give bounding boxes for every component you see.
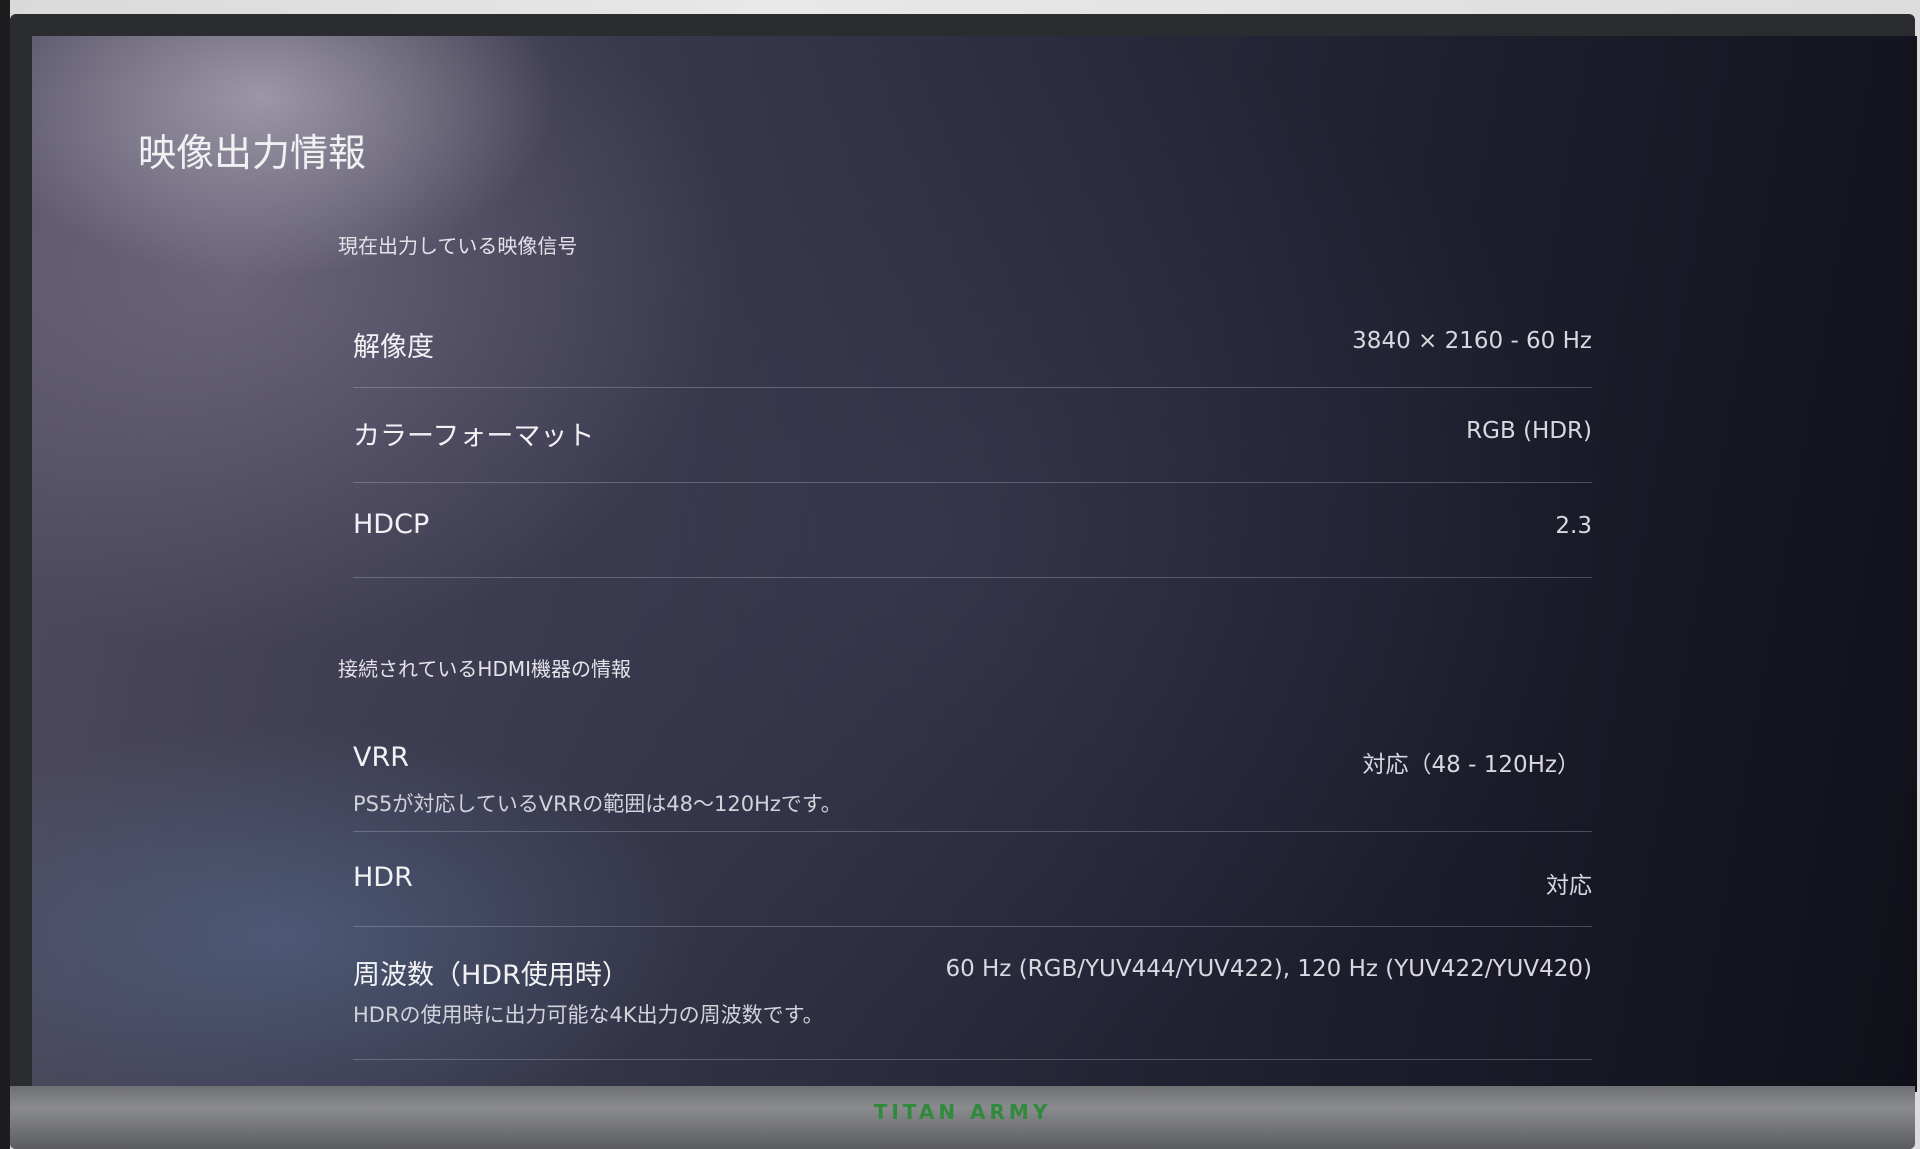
monitor-brand-logo: TITAN ARMY [873,1100,1052,1124]
row-label: 周波数（HDR使用時） [353,960,629,991]
row-frequency-hdr[interactable]: 周波数（HDR使用時） 60 Hz (RGB/YUV444/YUV422), 1… [353,927,1592,1060]
row-label: カラーフォーマット [353,421,595,452]
row-value: 2.3 [1555,513,1592,539]
row-description: HDRの使用時に出力可能な4K出力の周波数です。 [353,1003,824,1027]
row-value: RGB (HDR) [1466,418,1592,444]
row-value: 対応（48 - 120Hz） [1362,752,1580,778]
monitor-frame: 映像出力情報 現在出力している映像信号 解像度 3840 × 2160 - 60… [10,14,1917,1149]
adjacent-monitor-edge [0,0,10,1149]
ps5-screen: 映像出力情報 現在出力している映像信号 解像度 3840 × 2160 - 60… [32,36,1917,1092]
monitor-bottom-bezel: TITAN ARMY [10,1086,1915,1149]
row-label: HDR [353,862,413,893]
row-label: VRR [353,742,409,773]
row-value: 対応 [1546,873,1592,899]
section-heading-current-signal: 現在出力している映像信号 [338,234,578,258]
row-resolution[interactable]: 解像度 3840 × 2160 - 60 Hz [353,309,1592,388]
row-description: PS5が対応しているVRRの範囲は48～120Hzです。 [353,792,842,816]
row-color-format[interactable]: カラーフォーマット RGB (HDR) [353,388,1592,483]
row-vrr[interactable]: VRR 対応（48 - 120Hz） PS5が対応しているVRRの範囲は48～1… [353,716,1592,832]
row-hdr[interactable]: HDR 対応 [353,832,1592,927]
row-value: 3840 × 2160 - 60 Hz [1352,328,1592,354]
row-label: HDCP [353,509,430,540]
row-hdcp[interactable]: HDCP 2.3 [353,483,1592,578]
section-heading-hdmi-device: 接続されているHDMI機器の情報 [338,657,631,681]
row-value: 60 Hz (RGB/YUV444/YUV422), 120 Hz (YUV42… [945,956,1592,982]
page-title: 映像出力情報 [138,131,367,175]
row-label: 解像度 [353,332,434,363]
